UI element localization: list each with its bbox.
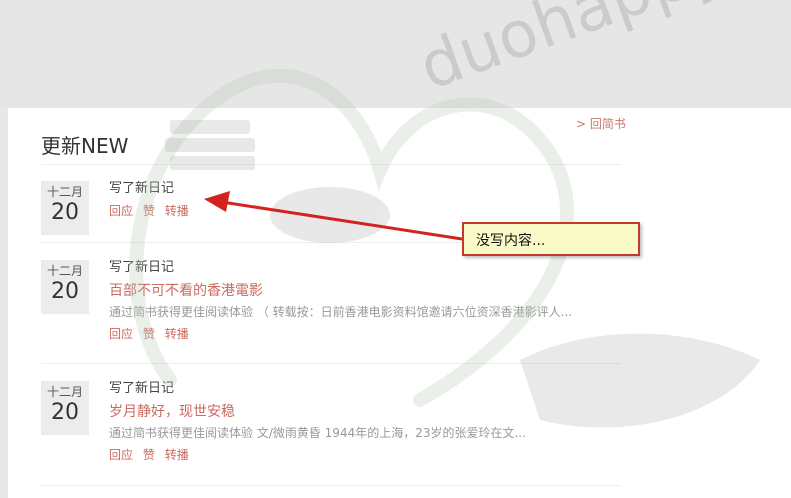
annotation-arrow [204,191,463,241]
annotation-callout: 没写内容... [462,222,640,256]
